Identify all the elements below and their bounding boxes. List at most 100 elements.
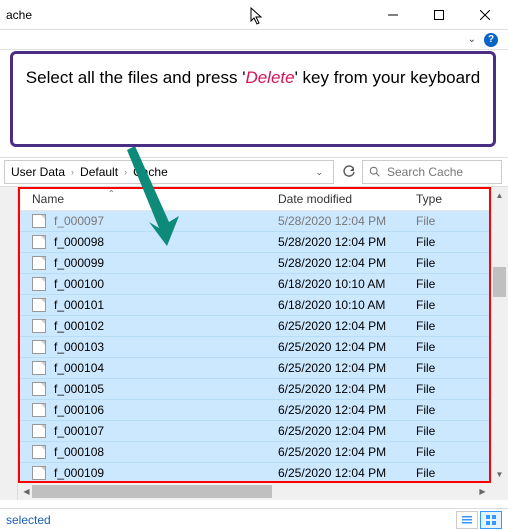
file-date: 6/25/2020 12:04 PM <box>278 466 416 480</box>
breadcrumb[interactable]: User Data › Default › Cache ⌄ <box>4 160 334 184</box>
table-row[interactable]: f_0001066/25/2020 12:04 PMFile <box>18 400 491 421</box>
file-type: File <box>416 298 491 312</box>
callout-text-suffix: ' key from your keyboard <box>295 68 481 87</box>
table-row[interactable]: f_0001006/18/2020 10:10 AMFile <box>18 274 491 295</box>
file-type: File <box>416 214 491 228</box>
file-name: f_000107 <box>54 424 278 438</box>
file-date: 6/25/2020 12:04 PM <box>278 340 416 354</box>
column-name[interactable]: Name <box>32 192 278 206</box>
file-icon <box>32 466 46 480</box>
table-row[interactable]: f_0001026/25/2020 12:04 PMFile <box>18 316 491 337</box>
file-date: 6/25/2020 12:04 PM <box>278 445 416 459</box>
window-title: ache <box>6 8 32 22</box>
status-text: selected <box>6 513 51 527</box>
file-icon <box>32 445 46 459</box>
file-icon <box>32 277 46 291</box>
file-type: File <box>416 277 491 291</box>
file-name: f_000103 <box>54 340 278 354</box>
file-type: File <box>416 319 491 333</box>
file-icon <box>32 235 46 249</box>
breadcrumb-item[interactable]: Default <box>80 165 118 179</box>
file-date: 6/25/2020 12:04 PM <box>278 382 416 396</box>
horizontal-scrollbar[interactable]: ◀ ▶ <box>18 483 491 500</box>
callout-text-prefix: Select all the files and press ' <box>26 68 246 87</box>
column-date[interactable]: Date modified <box>278 192 416 206</box>
scroll-right-icon[interactable]: ▶ <box>474 483 491 500</box>
table-row[interactable]: f_0001086/25/2020 12:04 PMFile <box>18 442 491 463</box>
file-name: f_000109 <box>54 466 278 480</box>
file-date: 6/25/2020 12:04 PM <box>278 361 416 375</box>
scroll-thumb[interactable] <box>32 485 272 498</box>
file-list[interactable]: ⌃ Name Date modified Type f_0000975/28/2… <box>18 187 508 500</box>
file-name: f_000106 <box>54 403 278 417</box>
file-name: f_000101 <box>54 298 278 312</box>
file-date: 6/25/2020 12:04 PM <box>278 424 416 438</box>
chevron-right-icon: › <box>124 167 127 177</box>
breadcrumb-item[interactable]: Cache <box>133 165 168 179</box>
file-icon <box>32 340 46 354</box>
instruction-callout: Select all the files and press 'Delete' … <box>10 51 496 147</box>
table-row[interactable]: f_0001076/25/2020 12:04 PMFile <box>18 421 491 442</box>
file-date: 5/28/2020 12:04 PM <box>278 214 416 228</box>
table-row[interactable]: f_0001056/25/2020 12:04 PMFile <box>18 379 491 400</box>
file-name: f_000098 <box>54 235 278 249</box>
ribbon-expand-icon[interactable]: ⌄ <box>468 34 476 45</box>
column-headers[interactable]: ⌃ Name Date modified Type <box>18 187 491 211</box>
file-area: ⌃ Name Date modified Type f_0000975/28/2… <box>0 187 508 500</box>
close-button[interactable] <box>462 0 508 30</box>
callout-text-highlight: Delete <box>245 68 294 87</box>
table-row[interactable]: f_0000975/28/2020 12:04 PMFile <box>18 211 491 232</box>
file-name: f_000104 <box>54 361 278 375</box>
sort-indicator-icon: ⌃ <box>108 189 115 198</box>
file-date: 5/28/2020 12:04 PM <box>278 256 416 270</box>
table-row[interactable]: f_0001046/25/2020 12:04 PMFile <box>18 358 491 379</box>
breadcrumb-dropdown-icon[interactable]: ⌄ <box>315 167 323 178</box>
file-type: File <box>416 445 491 459</box>
file-type: File <box>416 235 491 249</box>
scroll-up-icon[interactable]: ▲ <box>491 187 508 204</box>
file-date: 6/18/2020 10:10 AM <box>278 298 416 312</box>
minimize-button[interactable] <box>370 0 416 30</box>
scroll-corner <box>491 483 508 500</box>
file-icon <box>32 298 46 312</box>
table-row[interactable]: f_0001016/18/2020 10:10 AMFile <box>18 295 491 316</box>
file-name: f_000105 <box>54 382 278 396</box>
file-icon <box>32 361 46 375</box>
column-type[interactable]: Type <box>416 192 491 206</box>
file-type: File <box>416 256 491 270</box>
nav-pane-gutter <box>0 187 18 500</box>
status-bar: selected <box>0 508 508 530</box>
file-icon <box>32 214 46 228</box>
table-row[interactable]: f_0000985/28/2020 12:04 PMFile <box>18 232 491 253</box>
table-row[interactable]: f_0001036/25/2020 12:04 PMFile <box>18 337 491 358</box>
search-box[interactable]: Search Cache <box>362 160 502 184</box>
file-type: File <box>416 424 491 438</box>
file-name: f_000102 <box>54 319 278 333</box>
file-name: f_000108 <box>54 445 278 459</box>
table-row[interactable]: f_0000995/28/2020 12:04 PMFile <box>18 253 491 274</box>
breadcrumb-item[interactable]: User Data <box>11 165 65 179</box>
file-type: File <box>416 361 491 375</box>
help-icon[interactable]: ? <box>484 33 498 47</box>
file-date: 6/18/2020 10:10 AM <box>278 277 416 291</box>
cursor-icon <box>250 7 264 28</box>
view-details-button[interactable] <box>456 511 478 529</box>
table-row[interactable]: f_0001096/25/2020 12:04 PMFile <box>18 463 491 483</box>
file-icon <box>32 403 46 417</box>
maximize-button[interactable] <box>416 0 462 30</box>
view-large-icons-button[interactable] <box>480 511 502 529</box>
file-type: File <box>416 466 491 480</box>
file-type: File <box>416 403 491 417</box>
file-type: File <box>416 340 491 354</box>
file-date: 6/25/2020 12:04 PM <box>278 319 416 333</box>
address-bar-row: User Data › Default › Cache ⌄ Search Cac… <box>0 157 508 187</box>
file-name: f_000100 <box>54 277 278 291</box>
scroll-down-icon[interactable]: ▼ <box>491 466 508 483</box>
search-placeholder: Search Cache <box>387 165 463 179</box>
file-type: File <box>416 382 491 396</box>
refresh-button[interactable] <box>338 161 360 183</box>
file-name: f_000099 <box>54 256 278 270</box>
vertical-scrollbar[interactable]: ▲ ▼ <box>491 187 508 483</box>
file-name: f_000097 <box>54 214 278 228</box>
scroll-thumb[interactable] <box>493 267 506 297</box>
